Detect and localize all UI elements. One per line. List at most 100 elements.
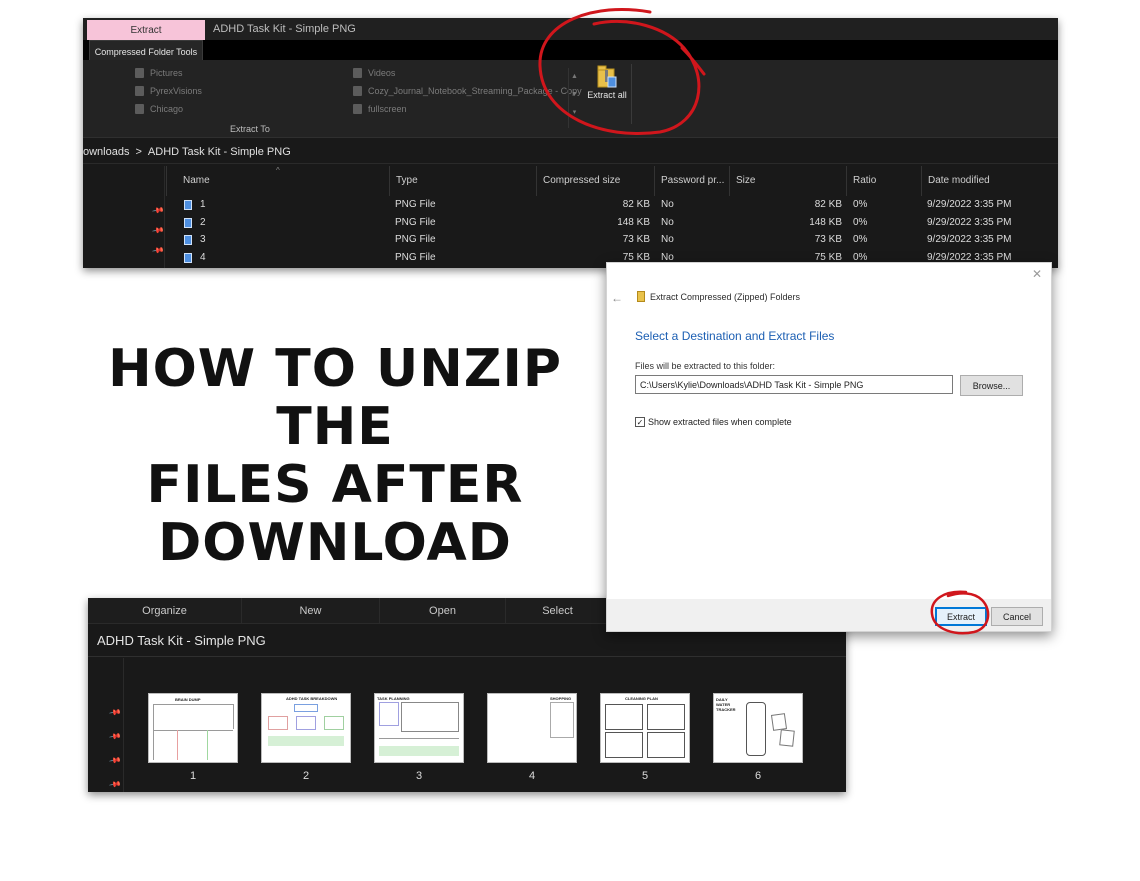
file-name: 4 [200,251,206,263]
thumbnail-image[interactable]: CLEANING PLAN [600,693,690,763]
ribbon: Pictures PyrexVisions Chicago Videos Coz… [83,60,1058,138]
ribbon-location-cozy-journal[interactable]: Cozy_Journal_Notebook_Streaming_Package … [353,86,582,96]
thumbnail-image[interactable]: ADHD TASK BREAKDOWN [261,693,351,763]
ribbon-location-fullscreen[interactable]: fullscreen [353,104,407,114]
file-size: 148 KB [809,216,842,228]
zip-folder-icon [597,65,617,88]
headline-line-1: HOW TO UNZIP THE [108,339,562,457]
pin-icon[interactable]: 📌 [108,706,121,719]
column-date-modified[interactable]: Date modified [921,166,1058,196]
column-ratio[interactable]: Ratio [846,166,921,196]
destination-label: Files will be extracted to this folder: [635,361,776,371]
thumbnail-heading: CLEANING PLAN [625,696,658,701]
folder-icon [135,68,144,78]
thumbnail-image[interactable]: BRAIN DUMP [148,693,238,763]
png-file-icon [184,235,192,245]
ribbon-location-label: Chicago [150,104,184,114]
destination-path-input[interactable] [635,375,953,394]
pin-icon[interactable]: 📌 [151,204,164,217]
folder-icon [135,104,144,114]
open-button[interactable]: Open [380,598,506,624]
pin-icon[interactable]: 📌 [108,730,121,743]
png-file-icon [184,252,192,263]
window-title: ADHD Task Kit - Simple PNG [213,23,356,35]
pin-icon[interactable]: 📌 [151,244,164,257]
file-date: 9/29/2022 3:35 PM [927,199,1012,210]
file-name: 2 [200,216,206,228]
file-password: No [661,234,674,245]
thumbnail-label: 3 [415,770,423,782]
ribbon-divider [631,64,632,124]
column-compressed-size[interactable]: Compressed size [536,166,654,196]
navigation-pane: 📌 📌 📌 [83,166,165,268]
title-bar: Extract ADHD Task Kit - Simple PNG [83,18,1058,40]
organize-button[interactable]: Organize [88,598,242,624]
file-ratio: 0% [853,216,868,228]
ribbon-location-label: Videos [368,68,396,78]
ribbon-group-label: Extract To [230,124,270,134]
ribbon-location-label: Cozy_Journal_Notebook_Streaming_Package … [368,86,582,96]
breadcrumb-segment-downloads[interactable]: ownloads [83,146,129,158]
select-button[interactable]: Select [506,598,610,624]
pin-icon[interactable]: 📌 [151,224,164,237]
folder-icon [135,86,144,96]
close-icon[interactable]: ✕ [1032,267,1042,281]
file-name: 3 [200,234,206,245]
show-files-option[interactable]: ✓ Show extracted files when complete [635,417,792,427]
checkbox-icon[interactable]: ✓ [635,417,645,427]
file-size: 82 KB [814,199,842,210]
cancel-button[interactable]: Cancel [991,607,1043,626]
file-password: No [661,216,674,228]
back-arrow-icon[interactable]: ← [611,291,623,305]
extract-all-button[interactable]: Extract all [587,64,627,118]
column-size[interactable]: Size [729,166,846,196]
folder-title: ADHD Task Kit - Simple PNG [97,633,266,648]
file-compressed-size: 82 KB [622,199,650,210]
file-date: 9/29/2022 3:35 PM [927,216,1012,228]
tab-compressed-folder-tools[interactable]: Compressed Folder Tools [89,40,203,62]
ribbon-location-label: Pictures [150,68,183,78]
headline-line-2: FILES AFTER [146,455,524,515]
file-compressed-size: 148 KB [617,216,650,228]
tab-extract[interactable]: Extract [87,20,205,40]
browse-button[interactable]: Browse... [960,375,1023,396]
new-button[interactable]: New [242,598,380,624]
column-type[interactable]: Type [389,166,536,196]
ribbon-location-label: fullscreen [368,104,407,114]
pin-icon[interactable]: 📌 [108,778,121,791]
file-compressed-size: 73 KB [622,234,650,245]
file-ratio: 0% [853,199,868,210]
thumbnail-label: 5 [641,770,649,782]
file-name: 1 [200,199,206,210]
file-list: ^ Name Type Compressed size Password pr.… [166,166,1058,266]
ribbon-location-chicago[interactable]: Chicago [135,104,183,114]
ribbon-location-videos[interactable]: Videos [353,68,395,78]
extract-button[interactable]: Extract [935,607,987,626]
file-password: No [661,199,674,210]
column-name[interactable]: Name [166,166,389,196]
pin-icon[interactable]: 📌 [108,754,121,767]
divider [88,656,846,657]
file-type: PNG File [395,216,436,228]
thumbnail-image[interactable]: SHOPPING LIST [487,693,577,763]
extract-dialog: ✕ ← Extract Compressed (Zipped) Folders … [606,262,1052,632]
ribbon-location-pictures[interactable]: Pictures [135,68,183,78]
thumbnail-image[interactable]: TASK PLANNING [374,693,464,763]
table-row[interactable]: 1 PNG File 82 KB No 82 KB 0% 9/29/2022 3… [166,196,1058,214]
ribbon-location-pyrexvisions[interactable]: PyrexVisions [135,86,202,96]
column-password[interactable]: Password pr... [654,166,729,196]
table-row[interactable]: 3 PNG File 73 KB No 73 KB 0% 9/29/2022 3… [166,231,1058,249]
png-file-icon [184,217,192,228]
ribbon-scroll[interactable]: ▲ ▼ ▾ [568,68,580,128]
column-header-row: ^ Name Type Compressed size Password pr.… [166,166,1058,196]
breadcrumb-segment-folder[interactable]: ADHD Task Kit - Simple PNG [148,146,291,158]
dialog-heading: Extract Compressed (Zipped) Folders [650,292,801,302]
breadcrumb[interactable]: ownloads > ADHD Task Kit - Simple PNG [83,140,1058,164]
folder-icon [353,86,362,96]
extract-all-label: Extract all [587,90,627,100]
thumbnail-label: 6 [754,770,762,782]
folder-icon [353,104,362,114]
thumbnail-image[interactable]: DAILY WATER TRACKER [713,693,803,763]
table-row[interactable]: 2 PNG File 148 KB No 148 KB 0% 9/29/2022… [166,214,1058,232]
file-ratio: 0% [853,234,868,245]
